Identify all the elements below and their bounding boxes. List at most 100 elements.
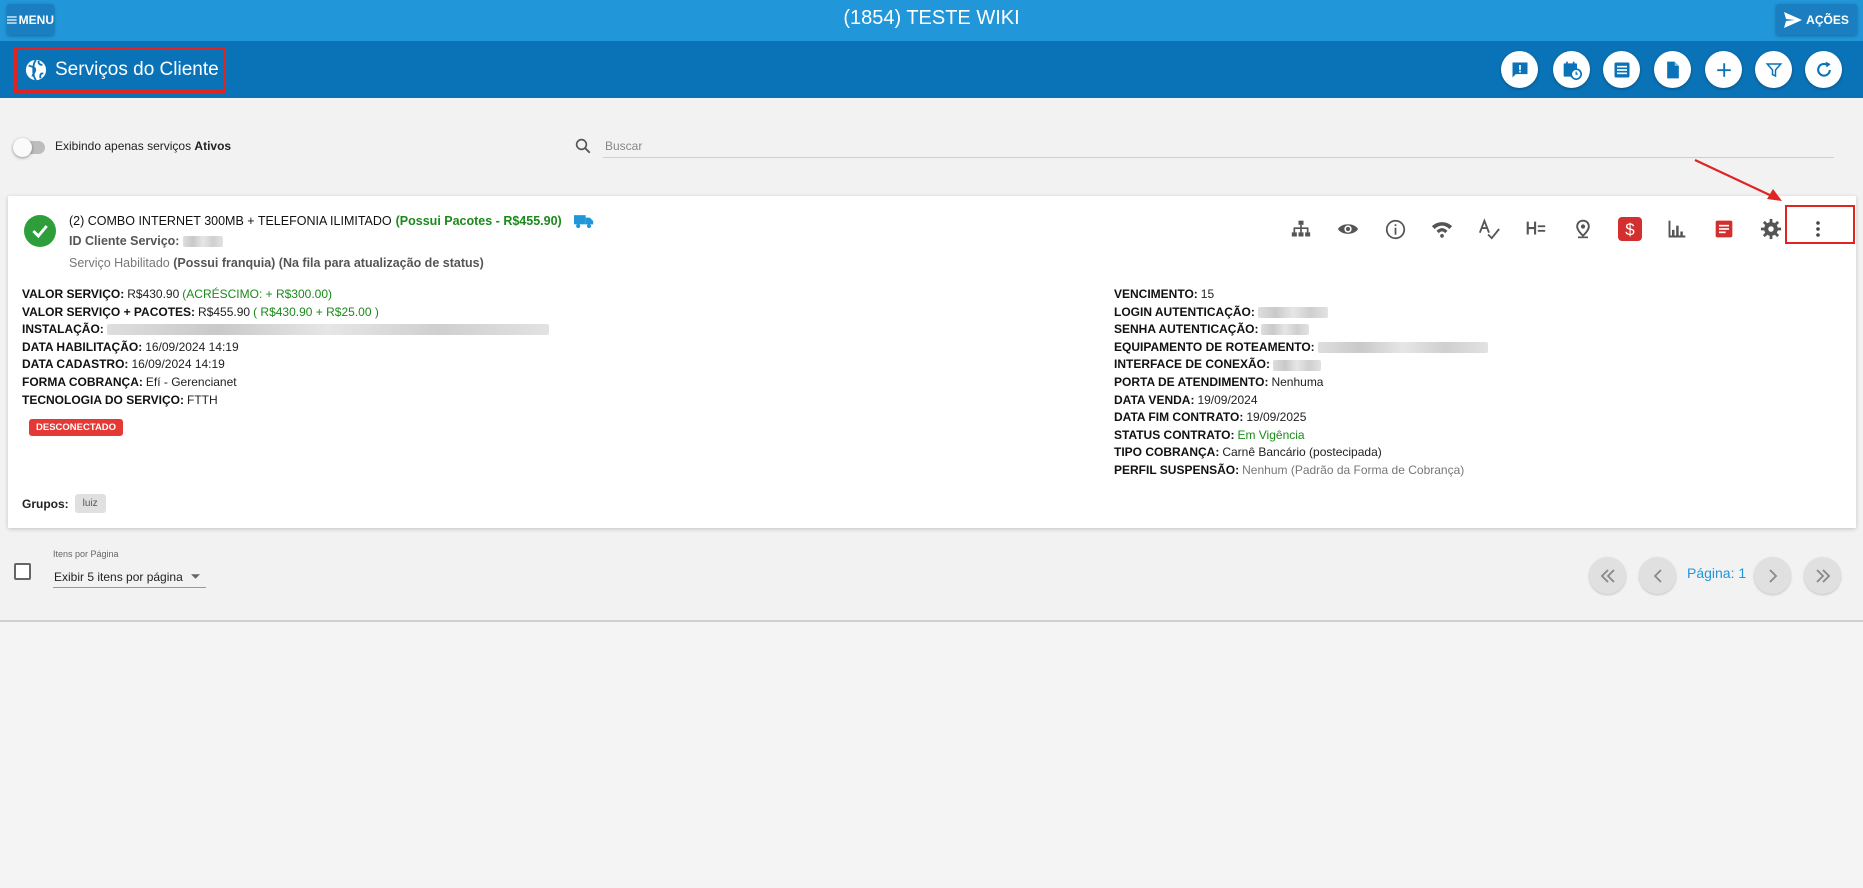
add-button[interactable] (1705, 51, 1742, 88)
service-packages: (Possui Pacotes - R$455.90) (395, 214, 562, 228)
map-pin-icon (1576, 219, 1590, 239)
chevron-right-icon (1768, 568, 1777, 583)
toggle-label: Exibindo apenas serviços Ativos (55, 139, 231, 153)
detail-row: INTERFACE DE CONEXÃO: (1114, 356, 1488, 374)
page-indicator: Página: 1 (1687, 565, 1747, 581)
location-button[interactable] (1568, 214, 1598, 244)
spellcheck-icon (1478, 218, 1500, 240)
view-button[interactable] (1333, 214, 1363, 244)
search-input[interactable] (603, 134, 1834, 158)
redacted-value (1317, 342, 1488, 354)
filter-button[interactable] (1755, 51, 1792, 88)
truck-icon[interactable] (573, 213, 594, 229)
prev-page-button[interactable] (1639, 557, 1676, 594)
svg-text:$: $ (1625, 220, 1635, 239)
chart-button[interactable] (1662, 214, 1692, 244)
send-icon (1784, 11, 1803, 28)
filter-icon (1765, 62, 1782, 77)
detail-row: INSTALAÇÃO: (22, 321, 549, 339)
items-per-page-select[interactable]: Exibir 5 itens por página (53, 566, 206, 588)
service-id: ID Cliente Serviço: (69, 234, 224, 248)
billing-button[interactable]: $ (1615, 214, 1645, 244)
toggle-label-bold: Ativos (194, 139, 232, 153)
detail-row: PERFIL SUSPENSÃO: Nenhum (Padrão da Forma… (1114, 462, 1465, 477)
info-button[interactable] (1380, 214, 1410, 244)
detail-row: PORTA DE ATENDIMENTO: Nenhuma (1114, 374, 1324, 389)
info-icon (1385, 219, 1405, 239)
feedback-icon (1512, 62, 1527, 77)
toggle-label-text: Exibindo apenas serviços (55, 139, 195, 153)
chevron-left-icon (1653, 568, 1662, 583)
top-bar: MENU (1854) TESTE WIKI AÇÕES (0, 0, 1863, 41)
service-details-left: VALOR SERVIÇO: R$430.90 (ACRÉSCIMO: + R$30… (22, 286, 549, 409)
items-per-page-value: Exibir 5 itens por página (54, 569, 183, 584)
service-id-label: ID Cliente Serviço: (69, 234, 180, 248)
sitemap-icon (1291, 220, 1311, 237)
service-status: Serviço Habilitado (Possui franquia) (Na… (69, 256, 484, 270)
schedule-button[interactable] (1553, 51, 1590, 88)
detail-row: VALOR SERVIÇO + PACOTES: R$455.90( R$430.… (22, 304, 379, 319)
double-chevron-left-icon (1600, 568, 1615, 583)
wifi-button[interactable] (1427, 214, 1457, 244)
page-header: Serviços do Cliente (0, 41, 1863, 98)
detail-row: DATA CADASTRO: 16/09/2024 14:19 (22, 357, 225, 372)
select-all-checkbox[interactable] (14, 563, 31, 580)
detail-row: SENHA AUTENTICAÇÃO: (1114, 321, 1488, 339)
groups: Grupos: luiz (22, 494, 106, 513)
acoes-button-label: AÇÕES (1806, 12, 1849, 27)
redacted-value (183, 235, 224, 247)
redacted-value (1273, 359, 1322, 371)
app-title: (1854) TESTE WIKI (843, 7, 1020, 29)
bar-chart-icon (1668, 220, 1686, 238)
next-page-button[interactable] (1754, 557, 1791, 594)
service-details-right: VENCIMENTO: 15 LOGIN AUTENTICAÇÃO: SENHA … (1114, 286, 1488, 480)
gear-icon (1760, 218, 1782, 240)
calendar-clock-icon (1563, 61, 1582, 80)
detail-row: EQUIPAMENTO DE ROTEAMENTO: (1114, 339, 1488, 357)
status-badge: DESCONECTADO (29, 419, 124, 436)
detail-row: STATUS CONTRATO: Em Vigência (1114, 427, 1305, 442)
document-button[interactable] (1654, 51, 1691, 88)
eye-icon (1337, 224, 1359, 234)
network-tree-button[interactable] (1286, 214, 1316, 244)
detail-row: VALOR SERVIÇO: R$430.90 (ACRÉSCIMO: + R$30… (22, 287, 332, 301)
contract-button[interactable] (1709, 214, 1739, 244)
acoes-button[interactable]: AÇÕES (1776, 4, 1857, 35)
group-chip[interactable]: luiz (74, 494, 106, 513)
toggle-knob (13, 138, 32, 157)
page-title-highlight: Serviços do Cliente (14, 47, 226, 93)
feedback-button[interactable] (1501, 51, 1538, 88)
active-services-toggle[interactable] (13, 138, 45, 157)
list-button[interactable] (1603, 51, 1640, 88)
hash-icon (1526, 221, 1546, 235)
refresh-icon (1816, 61, 1831, 77)
detail-row: VENCIMENTO: 15 (1114, 287, 1215, 301)
groups-label: Grupos: (22, 496, 69, 511)
check-circle-icon (24, 215, 56, 247)
detail-row: TECNOLOGIA DO SERVIÇO: FTTH (22, 392, 218, 407)
service-status-bold: (Possui franquia) (Na fila para atualiza… (173, 256, 484, 270)
refresh-button[interactable] (1805, 51, 1842, 88)
plus-icon (1716, 62, 1731, 77)
service-status-text: Serviço Habilitado (69, 256, 170, 270)
redacted-value (1261, 324, 1310, 336)
search-icon (575, 138, 591, 154)
first-page-button[interactable] (1589, 557, 1626, 594)
settings-button[interactable] (1756, 214, 1786, 244)
dollar-icon: $ (1618, 217, 1642, 241)
detail-row: DATA HABILITAÇÃO: 16/09/2024 14:19 (22, 339, 239, 354)
contract-icon (1715, 220, 1733, 238)
list-icon (1614, 62, 1629, 77)
more-options-highlight (1785, 205, 1855, 244)
empty-area (0, 622, 1863, 888)
last-page-button[interactable] (1804, 557, 1841, 594)
hash-button[interactable] (1521, 214, 1551, 244)
spellcheck-button[interactable] (1474, 214, 1504, 244)
detail-row: FORMA COBRANÇA: Efí - Gerencianet (22, 374, 237, 389)
detail-row: TIPO COBRANÇA: Carnê Bancário (postecipad… (1114, 445, 1382, 460)
detail-row: DATA FIM CONTRATO: 19/09/2025 (1114, 410, 1307, 425)
redacted-value (106, 324, 549, 336)
items-per-page-label: Itens por Página (53, 549, 119, 559)
page-title: Serviços do Cliente (55, 59, 219, 80)
dropdown-arrow-icon (191, 574, 200, 579)
